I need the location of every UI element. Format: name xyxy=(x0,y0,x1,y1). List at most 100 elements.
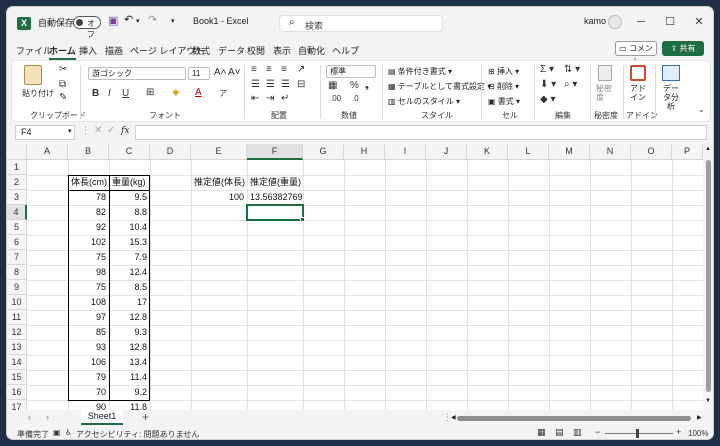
addins-button-label[interactable]: アドイン xyxy=(630,84,646,102)
vertical-scrollbar[interactable]: ▲ ▼ xyxy=(703,144,713,410)
orientation-icon[interactable]: ↗ xyxy=(297,64,305,75)
save-icon[interactable]: ▣ xyxy=(108,14,118,27)
format-painter-icon[interactable]: ✎ xyxy=(59,92,67,103)
align-top-icon[interactable]: ≡ xyxy=(251,64,257,75)
clear-icon[interactable]: ◆ ▾ xyxy=(540,94,556,105)
sensitivity-button-label[interactable]: 秘密度 xyxy=(596,84,616,102)
decrease-font-icon[interactable]: A˅ xyxy=(228,67,241,78)
wrap-text-icon[interactable]: ↵ xyxy=(281,93,289,104)
active-cell-f4[interactable] xyxy=(246,204,304,221)
comma-icon[interactable]: ❟ xyxy=(365,80,369,91)
align-right-icon[interactable]: ☰ xyxy=(281,79,290,90)
accessibility-icon[interactable]: ♿ xyxy=(65,428,72,437)
row-header-9[interactable]: 9 xyxy=(7,280,27,295)
number-format-select[interactable]: 標準 xyxy=(326,65,376,78)
weight-cell[interactable]: 8.5 xyxy=(109,280,150,296)
autosave-toggle[interactable]: オフ xyxy=(73,16,101,39)
tab-view[interactable]: 表示 xyxy=(273,44,291,57)
cell-e3[interactable]: 100 xyxy=(191,190,247,206)
add-sheet-icon[interactable]: + xyxy=(142,410,149,424)
minimize-icon[interactable]: ─ xyxy=(631,13,651,31)
phonetic-icon[interactable]: ア xyxy=(219,88,227,99)
fill-handle[interactable] xyxy=(300,217,305,222)
percent-icon[interactable]: % xyxy=(350,80,359,91)
align-left-icon[interactable]: ☰ xyxy=(251,79,260,90)
format-cells-button[interactable]: ▣ 書式 ▾ xyxy=(488,96,520,107)
weight-cell[interactable]: 9.5 xyxy=(109,190,150,206)
length-cell[interactable]: 78 xyxy=(68,190,109,206)
horizontal-scroll-thumb[interactable] xyxy=(457,416,691,421)
row-header-16[interactable]: 16 xyxy=(7,385,27,400)
increase-decimal-icon[interactable]: .00 xyxy=(330,94,341,103)
column-header-d[interactable]: D xyxy=(150,144,191,160)
column-header-c[interactable]: C xyxy=(109,144,150,160)
decrease-indent-icon[interactable]: ⇤ xyxy=(251,93,259,104)
length-cell[interactable]: 102 xyxy=(68,235,109,251)
font-size-select[interactable]: 11 xyxy=(188,67,210,80)
tab-home[interactable]: ホーム xyxy=(49,44,76,60)
autosum-icon[interactable]: Σ ▾ xyxy=(540,64,554,75)
weight-cell[interactable]: 11.8 xyxy=(109,400,150,410)
page-break-view-icon[interactable]: ▥ xyxy=(573,427,582,438)
copy-icon[interactable]: ⧉ xyxy=(59,79,66,90)
merge-cells-icon[interactable]: ⊟ xyxy=(297,79,305,90)
redo-icon[interactable]: ↷ xyxy=(148,13,157,26)
length-cell[interactable]: 108 xyxy=(68,295,109,311)
row-header-13[interactable]: 13 xyxy=(7,340,27,355)
row-header-12[interactable]: 12 xyxy=(7,325,27,340)
weight-cell[interactable]: 9.2 xyxy=(109,385,150,401)
row-header-15[interactable]: 15 xyxy=(7,370,27,385)
tab-file[interactable]: ファイル xyxy=(16,44,52,57)
length-cell[interactable]: 85 xyxy=(68,325,109,341)
next-sheet-icon[interactable]: › xyxy=(46,412,49,422)
fill-icon[interactable]: ⬇ ▾ xyxy=(540,79,556,90)
cut-icon[interactable]: ✂ xyxy=(59,64,67,75)
column-header-p[interactable]: P xyxy=(672,144,703,160)
page-layout-view-icon[interactable]: ▤ xyxy=(555,427,564,438)
column-header-m[interactable]: M xyxy=(549,144,590,160)
weight-cell[interactable]: 13.4 xyxy=(109,355,150,371)
cell-f2[interactable]: 推定値(重量) xyxy=(247,175,303,191)
length-cell[interactable]: 98 xyxy=(68,265,109,281)
formula-input[interactable] xyxy=(135,125,707,140)
conditional-format-button[interactable]: ▤ 条件付き書式 ▾ xyxy=(388,66,452,77)
prev-sheet-icon[interactable]: ‹ xyxy=(28,412,31,422)
weight-cell[interactable]: 10.4 xyxy=(109,220,150,236)
undo-dropdown-icon[interactable]: ▾ xyxy=(136,17,140,25)
close-icon[interactable]: ✕ xyxy=(689,13,709,31)
avatar[interactable] xyxy=(608,15,622,29)
underline-icon[interactable]: U xyxy=(122,88,129,99)
vertical-scroll-thumb[interactable] xyxy=(706,160,711,392)
weight-cell[interactable]: 12.4 xyxy=(109,265,150,281)
addins-icon[interactable] xyxy=(630,65,646,81)
search-box[interactable]: ⌕ 検索 xyxy=(279,15,443,32)
increase-font-icon[interactable]: A˄ xyxy=(214,67,227,78)
tab-draw[interactable]: 描画 xyxy=(105,44,123,57)
paste-label[interactable]: 貼り付け xyxy=(22,88,54,99)
weight-cell[interactable]: 8.8 xyxy=(109,205,150,221)
accessibility-status[interactable]: アクセシビリティ: 問題ありません xyxy=(76,429,199,439)
column-header-b[interactable]: B xyxy=(68,144,109,160)
weight-cell[interactable]: 11.4 xyxy=(109,370,150,386)
length-cell[interactable]: 106 xyxy=(68,355,109,371)
delete-cells-button[interactable]: ⊟ 削除 ▾ xyxy=(488,81,519,92)
length-cell[interactable]: 75 xyxy=(68,250,109,266)
macro-record-icon[interactable]: ▣ xyxy=(53,428,61,437)
column-header-f[interactable]: F xyxy=(247,144,303,160)
column-header-k[interactable]: K xyxy=(467,144,508,160)
column-header-g[interactable]: G xyxy=(303,144,344,160)
weight-cell[interactable]: 15.3 xyxy=(109,235,150,251)
weight-cell[interactable]: 7.9 xyxy=(109,250,150,266)
analyze-data-label[interactable]: データ分析 xyxy=(660,84,682,111)
row-header-8[interactable]: 8 xyxy=(7,265,27,280)
fill-color-icon[interactable]: ◈ xyxy=(172,87,180,98)
cell-c2[interactable]: 重量(kg) xyxy=(109,175,150,191)
bold-icon[interactable]: B xyxy=(92,88,99,99)
cell-e2[interactable]: 推定値(体長) xyxy=(191,175,247,191)
length-cell[interactable]: 92 xyxy=(68,220,109,236)
row-header-1[interactable]: 1 xyxy=(7,160,27,175)
find-select-icon[interactable]: ⌕ ▾ xyxy=(564,79,577,90)
column-header-i[interactable]: I xyxy=(385,144,426,160)
share-button[interactable]: ⇪ 共有 xyxy=(662,41,704,56)
length-cell[interactable]: 70 xyxy=(68,385,109,401)
